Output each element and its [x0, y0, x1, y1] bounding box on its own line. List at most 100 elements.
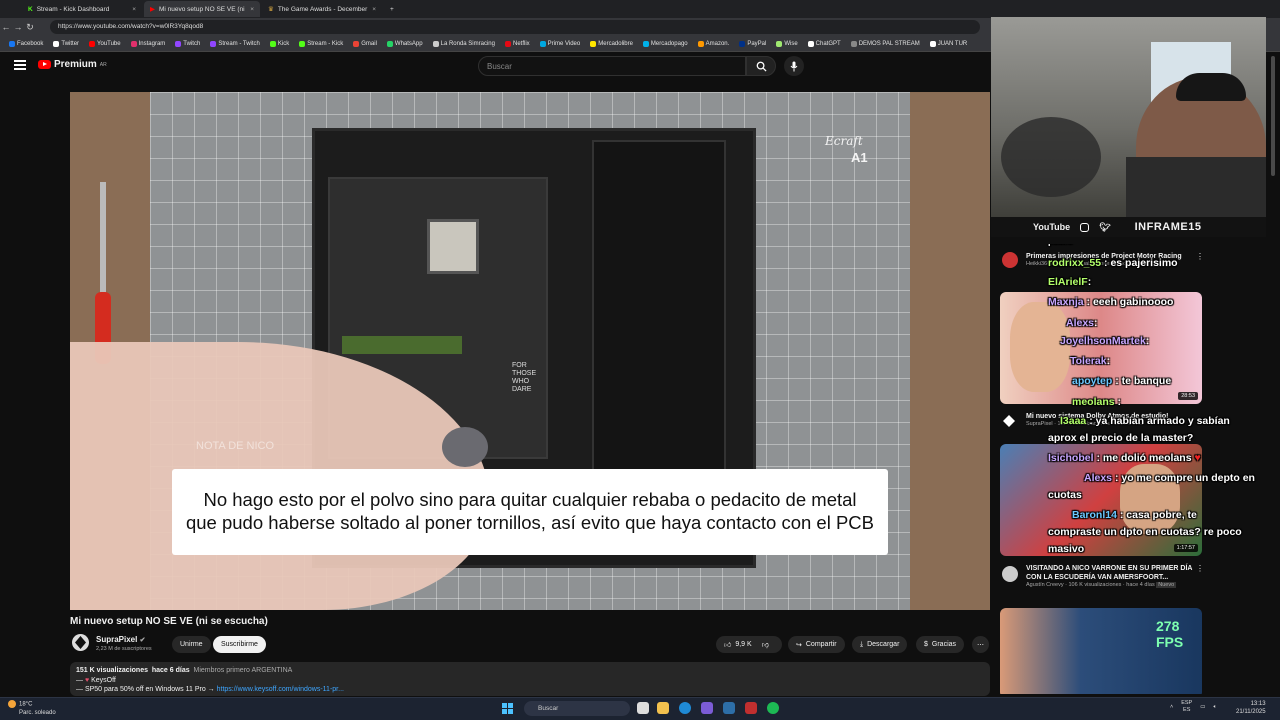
bookmark-icon — [504, 40, 511, 47]
join-button[interactable]: Unirme — [172, 636, 211, 653]
bookmark-item[interactable]: Mercadopago — [638, 40, 693, 47]
more-options-icon[interactable]: ⋮ — [1196, 564, 1204, 573]
bookmark-item[interactable]: Mercadolibre — [585, 40, 638, 47]
close-tab-icon[interactable]: × — [132, 6, 136, 13]
chat-message: I3aaa : ya habían armado y sabían — [1060, 415, 1230, 427]
bookmark-icon — [807, 40, 814, 47]
bookmark-item[interactable]: Instagram — [126, 40, 171, 47]
logo-text: Premium — [54, 59, 97, 70]
bookmark-item[interactable]: Prime Video — [535, 40, 586, 47]
subscriber-count: 2,23 M de suscriptores — [96, 646, 152, 652]
bookmark-label: Instagram — [138, 40, 166, 47]
twitter-icon: 🐦︎ — [1099, 221, 1111, 232]
app-icon[interactable] — [745, 702, 757, 714]
volume-icon[interactable]: 🔈︎ — [1213, 704, 1216, 711]
discord-icon[interactable] — [701, 702, 713, 714]
chat-message: Isichobel : me dolió meolans ♥ — [1048, 452, 1201, 464]
reload-icon[interactable]: ↻ — [24, 22, 36, 33]
channel-name[interactable]: SupraPixel ✔ — [96, 635, 145, 644]
bookmark-icon — [353, 40, 360, 47]
search-input[interactable]: Buscar — [478, 56, 746, 76]
bookmark-icon — [590, 40, 597, 47]
bookmark-item[interactable]: La Ronda Simracing — [428, 40, 500, 47]
menu-icon[interactable] — [14, 60, 26, 70]
forward-icon[interactable]: → — [12, 22, 24, 32]
subscribe-button[interactable]: Suscribirme — [213, 636, 266, 653]
bookmark-item[interactable]: PayPal — [734, 40, 771, 47]
recommendation-thumbnail[interactable]: 278 FPS — [1000, 608, 1202, 694]
bookmark-label: Prime Video — [547, 40, 581, 47]
chat-message: JoyelhsonMartek: — [1060, 335, 1149, 347]
tga-icon: ♛ — [268, 6, 274, 13]
spotify-icon[interactable] — [767, 702, 779, 714]
bookmark-item[interactable]: Amazon. — [693, 40, 735, 47]
heart-icon: ♥ — [1194, 452, 1201, 464]
tab-kick-dashboard[interactable]: K Stream - Kick Dashboard × — [22, 1, 142, 17]
close-tab-icon[interactable]: × — [372, 6, 376, 13]
bookmark-icon — [130, 40, 137, 47]
download-button[interactable]: ⤓ Descargar — [852, 636, 908, 653]
thanks-button[interactable]: $ Gracias — [916, 636, 965, 653]
task-view-icon[interactable] — [637, 702, 649, 714]
more-actions-button[interactable]: ⋯ — [972, 636, 989, 653]
bookmark-item[interactable]: Wise — [771, 40, 802, 47]
bookmark-item[interactable]: Facebook — [4, 40, 48, 47]
bookmark-icon — [53, 40, 60, 47]
file-explorer-icon[interactable] — [657, 702, 669, 714]
like-count[interactable]: 9,9 K — [735, 641, 751, 648]
network-icon[interactable]: ▭ — [1200, 704, 1205, 710]
taskbar-search[interactable]: Buscar — [524, 701, 630, 716]
bookmark-item[interactable]: Stream - Kick — [294, 40, 348, 47]
bookmark-item[interactable]: Kick — [265, 40, 294, 47]
tab-game-awards[interactable]: ♛ The Game Awards - December 1 × — [262, 1, 382, 17]
bookmark-item[interactable]: Twitter — [48, 40, 84, 47]
promo-link[interactable]: https://www.keysoff.com/windows-11-pr... — [217, 686, 344, 693]
bookmark-icon — [9, 40, 15, 47]
chat-text: : casa pobre, te — [1119, 509, 1197, 521]
bookmark-icon — [739, 40, 746, 47]
kick-icon: K — [28, 5, 33, 13]
scrollbar-thumb[interactable] — [1271, 56, 1275, 176]
bookmark-item[interactable]: WhatsApp — [382, 40, 428, 47]
search-button[interactable] — [746, 56, 776, 76]
like-icon[interactable]: 👍︎ — [724, 640, 731, 649]
chat-message: ElArielF: — [1048, 276, 1091, 288]
chat-message: Tolerak: — [1070, 355, 1110, 367]
url-input[interactable]: https://www.youtube.com/watch?v=w0lR3Yq8… — [50, 20, 980, 34]
streamer-brand: INFRAME15 — [1134, 221, 1202, 233]
tab-youtube-video[interactable]: ▶ Mi nuevo setup NO SE VE (ni se e × — [144, 1, 260, 17]
tray-chevron-icon[interactable]: ˄ — [1170, 704, 1173, 710]
description-tags: Miembros primero ARGENTINA — [193, 667, 293, 674]
more-options-icon[interactable]: ⋮ — [1196, 252, 1204, 261]
bookmark-item[interactable]: JUAN TUR — [925, 40, 973, 47]
chat-text: : yo me compre un depto en — [1114, 472, 1255, 484]
promo-text: SP50 para 50% off en Windows 11 Pro → — [84, 686, 215, 693]
bookmark-label: WhatsApp — [394, 40, 423, 47]
bookmark-label: Gmail — [361, 40, 377, 47]
bookmark-item[interactable]: ChatGPT — [803, 40, 846, 47]
share-button[interactable]: ↪ Compartir — [788, 636, 845, 653]
edge-icon[interactable] — [679, 702, 691, 714]
bookmark-item[interactable]: YouTube — [84, 40, 126, 47]
dislike-icon[interactable]: 👎︎ — [762, 640, 769, 649]
bookmark-item[interactable]: Twitch — [170, 40, 205, 47]
share-label: Compartir — [805, 641, 837, 648]
bookmark-item[interactable]: Gmail — [348, 40, 382, 47]
chat-text: : me dolió meolans — [1096, 452, 1192, 464]
new-tab-button[interactable]: + — [384, 1, 398, 17]
bookmark-item[interactable]: DEMOS PAL STREAM — [846, 40, 925, 47]
taskbar-clock[interactable]: 13:13 21/11/2025 — [1236, 700, 1266, 716]
weather-widget[interactable]: 18°C Parc. soleado — [8, 700, 56, 717]
windows-start-icon[interactable] — [502, 703, 513, 714]
bookmark-item[interactable]: Stream - Twitch — [205, 40, 265, 47]
steam-icon[interactable] — [723, 702, 735, 714]
voice-search-button[interactable] — [784, 56, 804, 76]
youtube-logo[interactable]: Premium AR — [38, 59, 107, 70]
system-tray[interactable]: ˄ ESP ES ▭ 🔈︎ — [1170, 700, 1217, 714]
recommendation-thumbnail[interactable]: 28:53 — [1000, 292, 1202, 404]
channel-avatar[interactable] — [72, 634, 89, 651]
back-icon[interactable]: ← — [0, 22, 12, 32]
close-tab-icon[interactable]: × — [250, 6, 254, 13]
bookmark-item[interactable]: Netflix — [500, 40, 535, 47]
view-count: 151 K visualizaciones — [76, 667, 148, 674]
